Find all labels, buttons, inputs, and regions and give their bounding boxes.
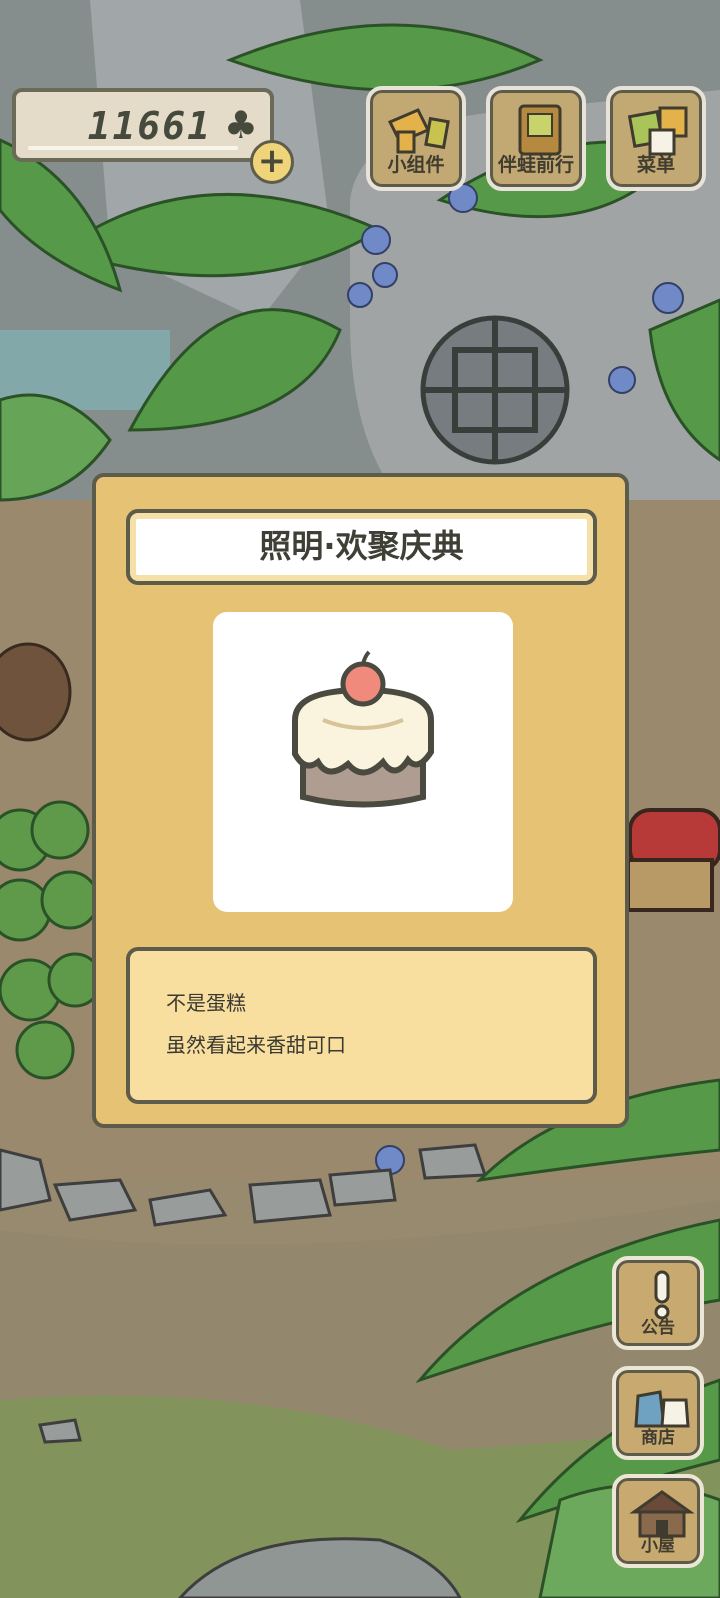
clover-count: 11661 [87,104,212,148]
item-description: 不是蛋糕 虽然看起来香甜可口 [126,947,597,1104]
counter-highlight [28,146,238,150]
house-label: 小屋 [641,1536,675,1556]
item-popup: 照明·欢聚庆典 不是蛋糕 虽然看起来香甜可口 [92,473,629,1128]
companion-button[interactable]: 伴蛙前行 [486,86,586,191]
description-line-2: 虽然看起来香甜可口 [166,1033,346,1057]
house-button[interactable]: 小屋 [612,1474,704,1568]
shop-button[interactable]: 商店 [612,1366,704,1460]
add-clover-button[interactable]: + [250,140,294,184]
companion-label: 伴蛙前行 [497,154,574,176]
widget-button[interactable]: 小组件 [366,86,466,191]
cake-lamp-icon [292,650,434,808]
item-title: 照明·欢聚庆典 [126,509,597,585]
announcement-label: 公告 [641,1318,675,1338]
shop-label: 商店 [641,1428,675,1448]
menu-button[interactable]: 菜单 [606,86,706,191]
item-image-card [213,612,513,912]
menu-label: 菜单 [636,154,675,176]
clover-counter: 11661 ♣ [12,88,274,162]
widget-label: 小组件 [387,154,445,176]
description-line-1: 不是蛋糕 [166,991,246,1015]
clover-icon: ♣ [223,103,258,147]
announcement-button[interactable]: 公告 [612,1256,704,1350]
